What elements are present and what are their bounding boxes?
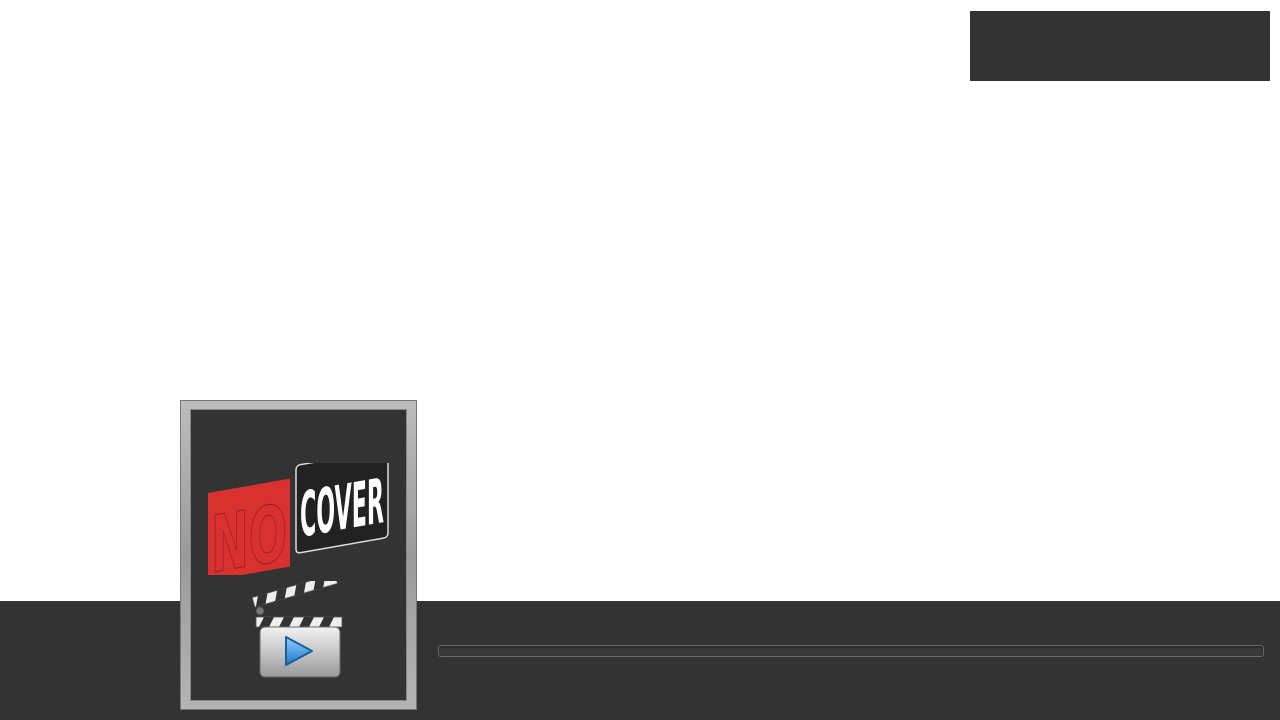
cover-art-placeholder: NO COVER — [190, 409, 407, 701]
top-right-panel — [970, 11, 1270, 81]
clapperboard-play-icon — [252, 581, 343, 678]
cover-art-frame[interactable]: NO COVER — [180, 400, 417, 710]
progress-slider[interactable] — [438, 645, 1264, 657]
no-cover-logo: NO COVER — [208, 463, 389, 575]
logo-word-cover: COVER — [300, 464, 384, 551]
logo-word-no: NO — [211, 487, 287, 575]
